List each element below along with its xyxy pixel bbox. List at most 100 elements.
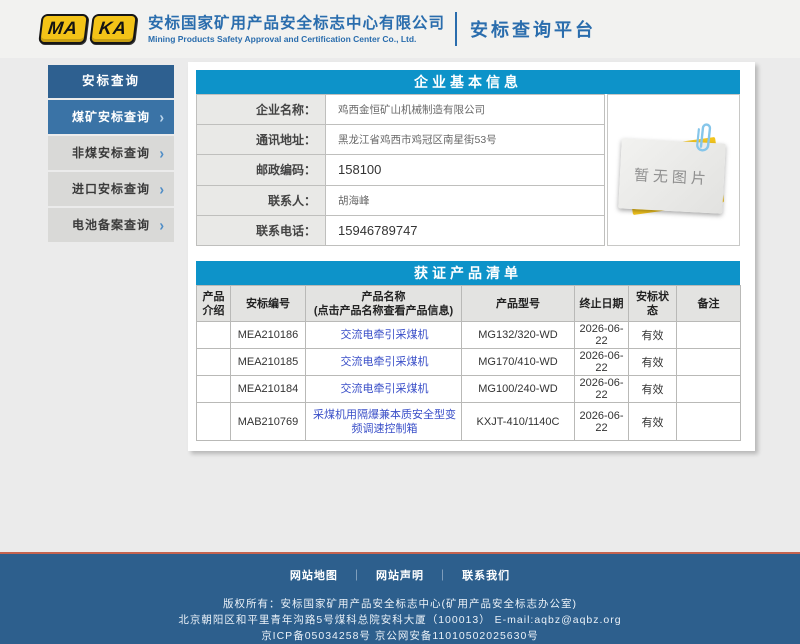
- cert-status: 有效: [629, 349, 677, 376]
- info-row-contact: 联系人： 胡海峰: [197, 185, 605, 215]
- expiry-date: 2026-06-22: [575, 403, 629, 441]
- product-intro-cell: [197, 349, 231, 376]
- product-model: MG100/240-WD: [462, 376, 575, 403]
- col-header-cert-number: 安标编号: [231, 286, 306, 322]
- product-row: MEA210185 交流电牵引采煤机 MG170/410-WD 2026-06-…: [197, 349, 741, 376]
- sidebar-item-label: 进口安标查询: [72, 182, 150, 196]
- info-row-phone: 联系电话： 15946789747: [197, 215, 605, 245]
- info-row-postcode: 邮政编码： 158100: [197, 155, 605, 185]
- col-header-name-hint: (点击产品名称查看产品信息): [308, 304, 459, 318]
- expiry-date: 2026-06-22: [575, 322, 629, 349]
- product-row: MAB210769 采煤机用隔爆兼本质安全型变频调速控制箱 KXJT-410/1…: [197, 403, 741, 441]
- remark-cell: [677, 349, 741, 376]
- logo-ma-badge: MA: [38, 14, 89, 44]
- product-name-link[interactable]: 交流电牵引采煤机: [341, 356, 429, 368]
- info-label: 联系人：: [197, 185, 326, 215]
- info-row-address: 通讯地址： 黑龙江省鸡西市鸡冠区南星街53号: [197, 125, 605, 155]
- product-list-table: 产品介绍 安标编号 产品名称 (点击产品名称查看产品信息) 产品型号 终止日期 …: [196, 285, 741, 441]
- cert-status: 有效: [629, 322, 677, 349]
- cert-number: MEA210184: [231, 376, 306, 403]
- footer-link-contact[interactable]: 联系我们: [462, 570, 510, 582]
- col-header-remark: 备注: [677, 286, 741, 322]
- col-header-model: 产品型号: [462, 286, 575, 322]
- maka-logo: MA KA: [40, 14, 136, 44]
- header-divider: [455, 12, 457, 46]
- product-intro-cell: [197, 376, 231, 403]
- org-name-en: Mining Products Safety Approval and Cert…: [148, 33, 445, 45]
- sidebar-item-label: 电池备案查询: [72, 218, 150, 232]
- sidebar-item-label: 煤矿安标查询: [72, 110, 150, 124]
- product-name-link[interactable]: 采煤机用隔爆兼本质安全型变频调速控制箱: [313, 409, 456, 435]
- chevron-right-icon: ›: [159, 133, 165, 172]
- sidebar-item-battery-query[interactable]: 电池备案查询 ›: [48, 208, 174, 242]
- chevron-right-icon: ›: [159, 205, 165, 244]
- col-header-intro: 产品介绍: [197, 286, 231, 322]
- footer-copyright: 版权所有：安标国家矿用产品安全标志中心(矿用产品安全标志办公室) 北京朝阳区和平…: [0, 596, 800, 644]
- product-intro-cell: [197, 322, 231, 349]
- chevron-right-icon: ›: [159, 97, 165, 136]
- product-model: MG132/320-WD: [462, 322, 575, 349]
- sidebar-item-noncoal-query[interactable]: 非煤安标查询 ›: [48, 136, 174, 170]
- copyright-line2: 北京朝阳区和平里青年沟路5号煤科总院安科大厦（100013） E-mail:aq…: [0, 612, 800, 628]
- company-info-body: 企业名称： 鸡西金恒矿山机械制造有限公司 通讯地址： 黑龙江省鸡西市鸡冠区南星街…: [196, 94, 740, 246]
- no-image-placeholder: 暂无图片: [607, 94, 740, 246]
- contact-value: 胡海峰: [326, 185, 605, 215]
- phone-value: 15946789747: [326, 215, 605, 245]
- col-header-status: 安标状态: [629, 286, 677, 322]
- copyright-line3: 京ICP备05034258号 京公网安备11010502025630号: [0, 628, 800, 644]
- expiry-date: 2026-06-22: [575, 376, 629, 403]
- logo-ka-badge: KA: [89, 14, 138, 44]
- org-title-block: 安标国家矿用产品安全标志中心有限公司 Mining Products Safet…: [148, 14, 445, 45]
- platform-title: 安标查询平台: [470, 16, 596, 42]
- col-header-expiry: 终止日期: [575, 286, 629, 322]
- product-intro-cell: [197, 403, 231, 441]
- sidebar-item-label: 非煤安标查询: [72, 146, 150, 160]
- copyright-line1: 版权所有：安标国家矿用产品安全标志中心(矿用产品安全标志办公室): [0, 596, 800, 612]
- cert-number: MEA210185: [231, 349, 306, 376]
- product-name-link[interactable]: 交流电牵引采煤机: [341, 383, 429, 395]
- info-label: 通讯地址：: [197, 125, 326, 155]
- postcode-value: 158100: [326, 155, 605, 185]
- address-value: 黑龙江省鸡西市鸡冠区南星街53号: [326, 125, 605, 155]
- main-content-panel: 企业基本信息 企业名称： 鸡西金恒矿山机械制造有限公司 通讯地址： 黑龙江省鸡西…: [188, 62, 755, 451]
- cert-number: MEA210186: [231, 322, 306, 349]
- sidebar-nav: 安标查询 煤矿安标查询 › 非煤安标查询 › 进口安标查询 › 电池备案查询 ›: [48, 65, 174, 244]
- sidebar-title: 安标查询: [48, 65, 174, 98]
- product-name-link[interactable]: 交流电牵引采煤机: [341, 329, 429, 341]
- remark-cell: [677, 322, 741, 349]
- remark-cell: [677, 376, 741, 403]
- product-model: KXJT-410/1140C: [462, 403, 575, 441]
- footer-links: 网站地图 ｜ 网站声明 ｜ 联系我们: [0, 567, 800, 583]
- product-table-header-row: 产品介绍 安标编号 产品名称 (点击产品名称查看产品信息) 产品型号 终止日期 …: [197, 286, 741, 322]
- cert-number: MAB210769: [231, 403, 306, 441]
- no-image-text: 暂无图片: [633, 164, 710, 189]
- product-row: MEA210184 交流电牵引采煤机 MG100/240-WD 2026-06-…: [197, 376, 741, 403]
- remark-cell: [677, 403, 741, 441]
- org-name-cn: 安标国家矿用产品安全标志中心有限公司: [148, 14, 445, 33]
- expiry-date: 2026-06-22: [575, 349, 629, 376]
- info-row-company-name: 企业名称： 鸡西金恒矿山机械制造有限公司: [197, 95, 605, 125]
- site-footer: 网站地图 ｜ 网站声明 ｜ 联系我们 版权所有：安标国家矿用产品安全标志中心(矿…: [0, 554, 800, 644]
- company-info-section-title: 企业基本信息: [196, 70, 740, 94]
- info-label: 企业名称：: [197, 95, 326, 125]
- paperclip-icon: [695, 120, 714, 153]
- product-row: MEA210186 交流电牵引采煤机 MG132/320-WD 2026-06-…: [197, 322, 741, 349]
- info-label: 联系电话：: [197, 215, 326, 245]
- footer-link-separator: ｜: [351, 570, 363, 582]
- product-list-section-title: 获证产品清单: [196, 261, 740, 285]
- chevron-right-icon: ›: [159, 169, 165, 208]
- col-header-product-name: 产品名称 (点击产品名称查看产品信息): [306, 286, 462, 322]
- product-model: MG170/410-WD: [462, 349, 575, 376]
- company-info-table: 企业名称： 鸡西金恒矿山机械制造有限公司 通讯地址： 黑龙江省鸡西市鸡冠区南星街…: [196, 94, 605, 246]
- cert-status: 有效: [629, 403, 677, 441]
- footer-link-separator: ｜: [437, 570, 449, 582]
- footer-link-statement[interactable]: 网站声明: [376, 570, 424, 582]
- info-label: 邮政编码：: [197, 155, 326, 185]
- sidebar-item-import-query[interactable]: 进口安标查询 ›: [48, 172, 174, 206]
- cert-status: 有效: [629, 376, 677, 403]
- company-name-value: 鸡西金恒矿山机械制造有限公司: [326, 95, 605, 125]
- site-header: MA KA 安标国家矿用产品安全标志中心有限公司 Mining Products…: [0, 0, 800, 58]
- col-header-name-line1: 产品名称: [308, 290, 459, 304]
- footer-link-sitemap[interactable]: 网站地图: [290, 570, 338, 582]
- sidebar-item-coal-query[interactable]: 煤矿安标查询 ›: [48, 100, 174, 134]
